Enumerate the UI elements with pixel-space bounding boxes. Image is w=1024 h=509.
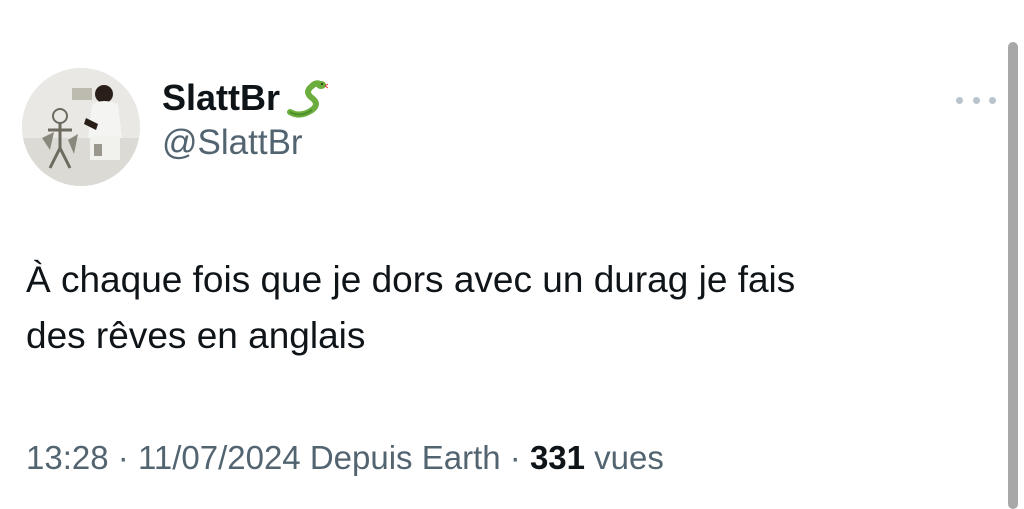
views-label: vues [594,439,664,476]
snake-icon [284,76,329,120]
handle[interactable]: @SlattBr [162,122,328,164]
tweet-date[interactable]: 11/07/2024 [138,439,301,476]
display-name-text: SlattBr [162,77,281,118]
tweet-text-line2: des rêves en anglais [26,315,366,356]
tweet-text: À chaque fois que je dors avec un durag … [26,252,966,364]
tweet-source: Depuis Earth [309,439,501,476]
more-dot-icon [956,96,963,104]
tweet-meta: 13:28 · 11/07/2024 Depuis Earth · 331 vu… [26,436,664,480]
more-dot-icon [972,96,980,104]
more-options-button[interactable] [956,90,996,110]
scrollbar[interactable] [1008,42,1018,509]
tweet-card: SlattBr @SlattBr À chaque fois que je do… [0,0,1024,509]
avatar[interactable] [22,68,140,186]
meta-separator: · [117,439,129,476]
author-block: SlattBr @SlattBr [162,76,329,164]
display-name[interactable]: SlattBr [162,76,329,120]
more-dot-icon [989,96,996,104]
tweet-text-line1: À chaque fois que je dors avec un durag … [26,259,796,300]
avatar-image [22,68,140,186]
views-count: 331 [529,439,585,476]
tweet-time[interactable]: 13:28 [26,439,109,476]
meta-separator: · [509,439,521,476]
